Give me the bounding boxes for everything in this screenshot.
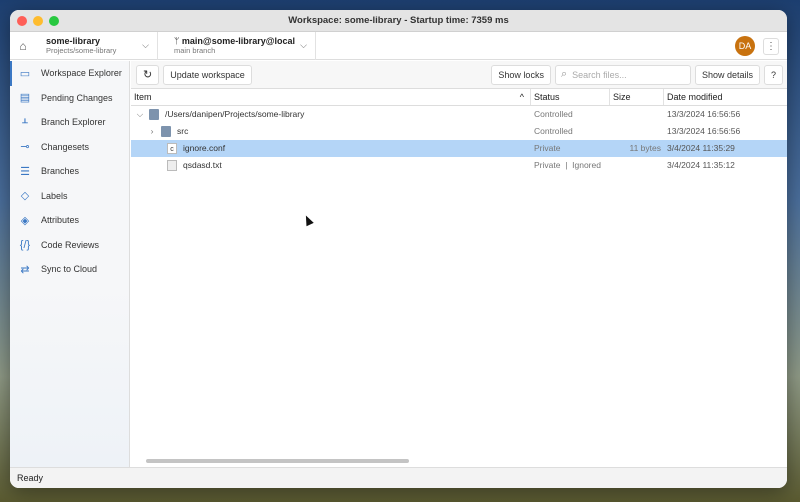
ignored-file-icon — [167, 160, 177, 171]
sidebar-item-label: Labels — [41, 190, 68, 201]
item-size: 11 bytes — [629, 143, 661, 153]
avatar[interactable]: DA — [735, 36, 755, 56]
sidebar: ▭ Workspace Explorer ▤ Pending Changes ᚆ Br… — [10, 61, 130, 467]
minimize-button[interactable] — [33, 16, 43, 26]
sidebar-item-label: Pending Changes — [41, 92, 113, 103]
sidebar-item-label: Attributes — [41, 215, 80, 226]
item-date: 3/4/2024 11:35:29 — [667, 143, 735, 153]
help-button[interactable]: ? — [763, 64, 783, 85]
sort-ascending-icon: ^ — [519, 92, 524, 102]
sidebar-item-labels[interactable]: ◇ Labels — [10, 184, 129, 209]
branch-description: main branch — [174, 46, 216, 55]
item-size — [610, 123, 664, 140]
column-label: Item — [134, 92, 152, 102]
changesets-icon: ⊸ — [20, 141, 30, 154]
item-date: 13/3/2024 16:56:56 — [667, 126, 741, 136]
sync-icon: ⇄ — [20, 263, 30, 276]
table-row[interactable]: qsdasd.txt Private | Ignored 3/4/2024 11:… — [131, 157, 787, 174]
horizontal-scrollbar[interactable] — [146, 459, 409, 463]
column-date-modified[interactable]: Date modified — [664, 89, 787, 105]
workspace-name: some-library — [46, 36, 101, 46]
item-size — [610, 157, 664, 174]
sidebar-item-label: Code Reviews — [41, 239, 100, 250]
workspace-path: Projects/some-library — [46, 46, 117, 55]
item-date: 3/4/2024 11:35:12 — [667, 160, 735, 170]
item-status: Controlled — [534, 109, 573, 119]
folder-icon: ▭ — [19, 67, 31, 80]
table-header: Item ^ Status Size Date modified — [131, 89, 787, 106]
sidebar-item-label: Changesets — [41, 141, 90, 152]
chevron-down-icon: ⌵ — [300, 39, 307, 50]
item-size — [610, 106, 664, 123]
sidebar-item-attributes[interactable]: ◈ Attributes — [10, 208, 129, 233]
show-details-button[interactable]: Show details — [694, 64, 760, 85]
item-date: 13/3/2024 16:56:56 — [667, 109, 741, 119]
sidebar-item-label: Sync to Cloud — [41, 264, 98, 275]
more-options-icon[interactable]: ⋮ — [763, 38, 779, 55]
chevron-down-icon[interactable]: ⌵ — [131, 106, 149, 123]
sidebar-item-branch-explorer[interactable]: ᚆ Branch Explorer — [10, 110, 129, 135]
config-file-icon: c — [167, 143, 177, 154]
branch-name: main@some-library@local — [181, 36, 295, 46]
item-name: src — [177, 126, 189, 136]
code-review-icon: {/} — [19, 238, 31, 251]
item-name: /Users/danipen/Projects/some-library — [165, 109, 305, 119]
header: ⌂ some-library Projects/some-library ⌵ ᛘ… — [10, 31, 787, 60]
status-bar: Ready — [10, 467, 787, 488]
status-ignored: Ignored — [572, 160, 601, 170]
chevron-down-icon: ⌵ — [142, 39, 149, 50]
column-item[interactable]: Item ^ — [131, 89, 531, 105]
item-status: Private — [534, 143, 561, 153]
sidebar-item-label: Workspace Explorer — [41, 68, 122, 79]
table-row[interactable]: ⌵ /Users/danipen/Projects/some-library Co… — [131, 106, 787, 123]
toolbar: ↻ Update workspace Show locks ⌕ Search fi… — [131, 61, 787, 89]
branch-explorer-icon: ᚆ — [22, 116, 28, 129]
folder-icon — [161, 126, 171, 137]
sidebar-item-workspace-explorer[interactable]: ▭ Workspace Explorer — [10, 61, 129, 86]
update-workspace-button[interactable]: Update workspace — [163, 64, 252, 85]
item-name: ignore.conf — [183, 143, 226, 153]
workspace-explorer: ↻ Update workspace Show locks ⌕ Search fi… — [131, 61, 787, 467]
attributes-icon: ◈ — [20, 214, 30, 227]
sidebar-item-code-reviews[interactable]: {/} Code Reviews — [10, 233, 129, 258]
sidebar-item-label: Branches — [41, 166, 80, 177]
column-size[interactable]: Size — [610, 89, 664, 105]
item-status: Controlled — [534, 126, 573, 136]
maximize-button[interactable] — [49, 16, 59, 26]
sidebar-item-branches[interactable]: ☰ Branches — [10, 159, 129, 184]
close-button[interactable] — [17, 16, 27, 26]
branches-icon: ☰ — [20, 165, 30, 178]
home-icon[interactable]: ⌂ — [10, 39, 36, 53]
search-input[interactable]: ⌕ Search files... — [554, 64, 691, 85]
search-icon: ⌕ — [560, 68, 568, 80]
sidebar-item-changesets[interactable]: ⊸ Changesets — [10, 135, 129, 160]
branch-selector[interactable]: ᛘ main@some-library@local main branch ⌵ — [158, 31, 316, 60]
column-status[interactable]: Status — [531, 89, 610, 105]
table-row[interactable]: › src Controlled 13/3/2024 16:56:56 — [131, 123, 787, 140]
pending-changes-icon: ▤ — [19, 92, 31, 105]
item-name: qsdasd.txt — [183, 160, 222, 170]
show-locks-button[interactable]: Show locks — [491, 64, 551, 85]
item-status: Private | Ignored — [534, 160, 601, 170]
search-placeholder: Search files... — [572, 69, 627, 80]
folder-icon — [149, 109, 159, 120]
label-icon: ◇ — [20, 190, 30, 203]
sidebar-item-pending-changes[interactable]: ▤ Pending Changes — [10, 86, 129, 111]
title-bar: Workspace: some-library - Startup time: … — [10, 10, 787, 32]
branch-icon: ᛘ — [174, 36, 182, 46]
status-private: Private — [534, 160, 561, 170]
chevron-right-icon[interactable]: › — [143, 123, 161, 140]
refresh-button[interactable]: ↻ — [136, 64, 160, 85]
app-window: Workspace: some-library - Startup time: … — [10, 10, 787, 488]
sidebar-item-sync-to-cloud[interactable]: ⇄ Sync to Cloud — [10, 257, 129, 282]
window-title: Workspace: some-library - Startup time: … — [288, 15, 509, 26]
sidebar-item-label: Branch Explorer — [41, 117, 106, 128]
table-row[interactable]: c ignore.conf Private 11 bytes 3/4/2024 11:… — [131, 140, 787, 157]
workspace-selector[interactable]: some-library Projects/some-library ⌵ — [36, 31, 158, 60]
